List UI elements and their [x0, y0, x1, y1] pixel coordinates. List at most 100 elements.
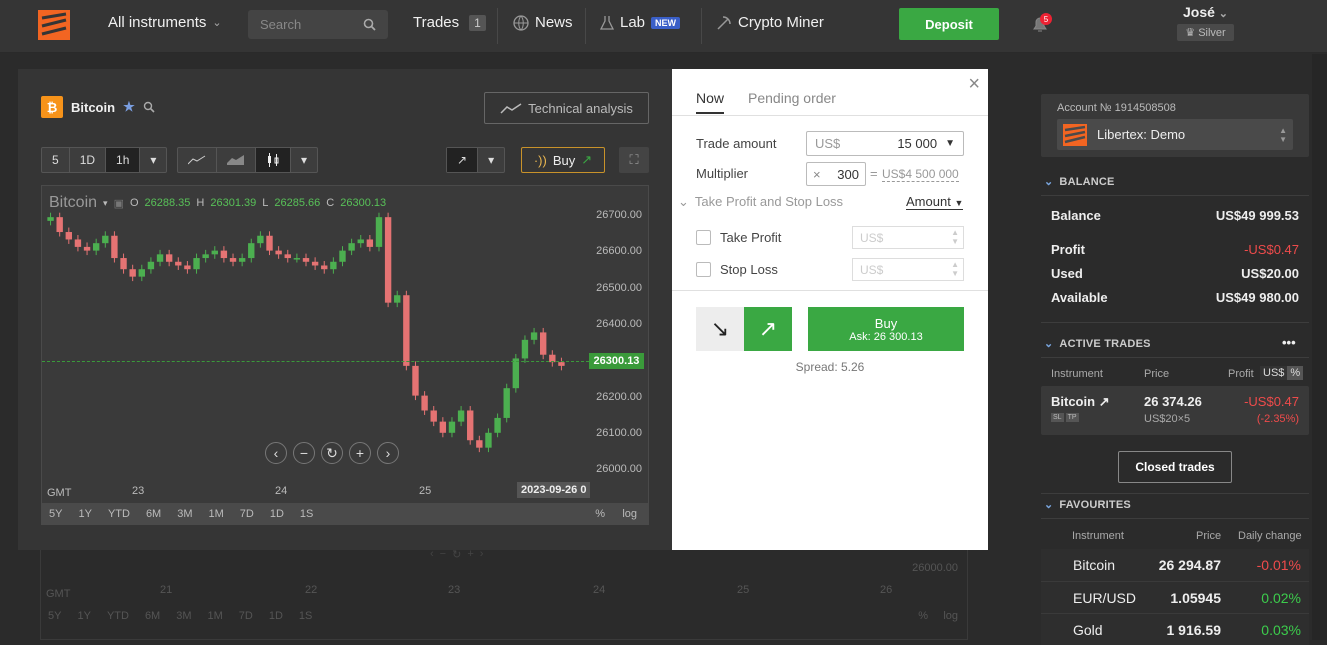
buy-label: Buy — [874, 315, 898, 331]
currency-label: US$ — [815, 136, 841, 151]
zoom-in-icon[interactable]: + — [349, 442, 371, 464]
trades-link[interactable]: Trades 1 — [413, 14, 486, 31]
period-1h[interactable]: 1h — [106, 148, 141, 172]
bg-xtick: 25 — [737, 584, 750, 596]
signal-icon: ·)) — [533, 152, 547, 168]
stepper-icon[interactable]: ▲ ▼ — [951, 260, 959, 278]
candle-body — [339, 250, 346, 262]
take-profit-checkbox[interactable] — [696, 230, 711, 245]
candlestick-icon[interactable] — [256, 148, 291, 172]
candle-body — [284, 254, 291, 259]
deposit-button[interactable]: Deposit — [899, 8, 999, 40]
tab-now[interactable]: Now — [696, 90, 725, 114]
account-panel: Account № 1914508508 Libertex: Demo ▲ ▼ — [1041, 94, 1309, 157]
multiplier-field[interactable]: × 300 — [806, 162, 866, 186]
bg-xtick: 24 — [593, 584, 606, 596]
chevron-down-icon[interactable]: ▾ — [478, 148, 504, 172]
range-1d[interactable]: 1D — [262, 508, 292, 520]
technical-analysis-button[interactable]: Technical analysis — [484, 92, 649, 124]
all-instruments-menu[interactable]: All instruments ⌄ — [108, 14, 222, 31]
balance-section-toggle[interactable]: ⌄ BALANCE — [1044, 175, 1115, 188]
area-chart-icon[interactable] — [217, 148, 256, 172]
available-value: US$49 980.00 — [1215, 290, 1299, 305]
chevron-down-icon[interactable]: ▾ — [291, 148, 317, 172]
bg-range: 1M — [207, 610, 223, 622]
favourites-toggle[interactable]: ⌄ FAVOURITES — [1044, 498, 1131, 511]
more-icon[interactable]: ••• — [1282, 335, 1296, 350]
arrow-up-right-icon[interactable]: ↗ — [744, 307, 792, 351]
quick-buy-button[interactable]: ·)) Buy ↗ — [521, 147, 605, 173]
new-badge: NEW — [651, 16, 681, 29]
candle-body — [120, 258, 127, 270]
favourite-row[interactable]: EUR/USD 1.05945 0.02% — [1041, 581, 1309, 613]
candle-body — [448, 421, 456, 433]
y-tick: 26400.00 — [596, 318, 642, 330]
unit-usd[interactable]: US$ — [1260, 366, 1288, 380]
unit-percent[interactable]: % — [1287, 366, 1304, 380]
trades-label: Trades — [413, 14, 460, 31]
tab-pending-order[interactable]: Pending order — [748, 90, 836, 114]
fav-change: -0.01% — [1256, 557, 1301, 573]
stop-loss-checkbox[interactable] — [696, 262, 711, 277]
trade-amount-field[interactable]: US$ 15 000 ▼ — [806, 131, 964, 156]
range-6m[interactable]: 6M — [138, 508, 169, 520]
period-1d[interactable]: 1D — [70, 148, 107, 172]
reset-icon[interactable]: ↻ — [321, 442, 343, 464]
closed-trades-button[interactable]: Closed trades — [1118, 451, 1232, 483]
stepper-icon[interactable]: ▲ ▼ — [951, 228, 959, 246]
news-link[interactable]: News — [513, 14, 573, 31]
range-1m[interactable]: 1M — [201, 508, 232, 520]
amount-mode-select[interactable]: Amount ▼ — [906, 194, 964, 210]
zoom-out-icon[interactable]: − — [293, 442, 315, 464]
tpsl-toggle[interactable]: ⌄ Take Profit and Stop Loss — [678, 194, 843, 210]
range-1s[interactable]: 1S — [292, 508, 321, 520]
scrollbar[interactable] — [1312, 54, 1327, 640]
stop-loss-input[interactable]: US$ ▲ ▼ — [852, 258, 964, 281]
buy-button[interactable]: Buy Ask: 26 300.13 — [808, 307, 964, 351]
favourite-row[interactable]: Gold 1 916.59 0.03% — [1041, 613, 1309, 645]
range-7d[interactable]: 7D — [232, 508, 262, 520]
price-chart[interactable]: Bitcoin ▾ ▣ O 26288.35 H 26301.39 L 26285.6… — [41, 185, 649, 525]
range-1y[interactable]: 1Y — [70, 508, 99, 520]
candle-body — [311, 261, 319, 266]
candle-body — [47, 217, 54, 221]
range-ytd[interactable]: YTD — [100, 508, 138, 520]
active-trades-toggle[interactable]: ⌄ ACTIVE TRADES — [1044, 337, 1151, 350]
arrow-up-right-icon[interactable]: ↗ — [447, 148, 479, 172]
trend-line-icon — [500, 103, 522, 114]
bg-price-tick: 26000.00 — [912, 562, 958, 574]
chevron-down-icon: ⌄ — [1218, 8, 1229, 20]
user-menu[interactable]: José ⌄ ♛ Silver — [1177, 4, 1234, 41]
search-placeholder: Search — [260, 17, 302, 32]
account-selector[interactable]: Libertex: Demo ▲ ▼ — [1057, 119, 1293, 150]
pan-right-icon[interactable]: › — [377, 442, 399, 464]
range-3m[interactable]: 3M — [169, 508, 200, 520]
pickaxe-icon — [717, 15, 731, 30]
percent-scale-toggle[interactable]: % — [587, 508, 613, 520]
active-trade-row[interactable]: Bitcoin ↗ SL TP 26 374.26 US$20×5 -US$0.… — [1041, 386, 1309, 435]
arrow-down-right-icon[interactable]: ↘ — [696, 307, 744, 351]
lab-link[interactable]: Lab NEW — [600, 14, 681, 31]
favourite-row[interactable]: Bitcoin 26 294.87 -0.01% — [1041, 549, 1309, 581]
pan-left-icon[interactable]: ‹ — [265, 442, 287, 464]
candle-body — [348, 243, 355, 251]
line-chart-icon[interactable] — [178, 148, 217, 172]
fullscreen-icon[interactable]: ⛶ — [619, 147, 649, 173]
search-input[interactable]: Search — [248, 10, 388, 39]
order-tabs: Now Pending order — [696, 90, 836, 114]
range-5y[interactable]: 5Y — [41, 508, 70, 520]
bg-range: 7D — [238, 610, 253, 622]
crypto-miner-link[interactable]: Crypto Miner — [716, 14, 824, 31]
candle-body — [229, 258, 237, 262]
take-profit-input[interactable]: US$ ▲ ▼ — [852, 226, 964, 249]
search-icon[interactable] — [143, 101, 155, 113]
libertex-logo[interactable] — [38, 10, 70, 40]
period-5[interactable]: 5 — [42, 148, 70, 172]
log-scale-toggle[interactable]: log — [614, 508, 645, 520]
chevron-down-icon[interactable]: ▾ — [140, 148, 166, 172]
close-icon[interactable]: × — [968, 73, 980, 96]
star-icon[interactable]: ★ — [123, 99, 135, 115]
trade-price: 26 374.26 — [1144, 394, 1202, 409]
spread-label: Spread: 5.26 — [795, 360, 865, 374]
globe-icon — [513, 14, 529, 31]
